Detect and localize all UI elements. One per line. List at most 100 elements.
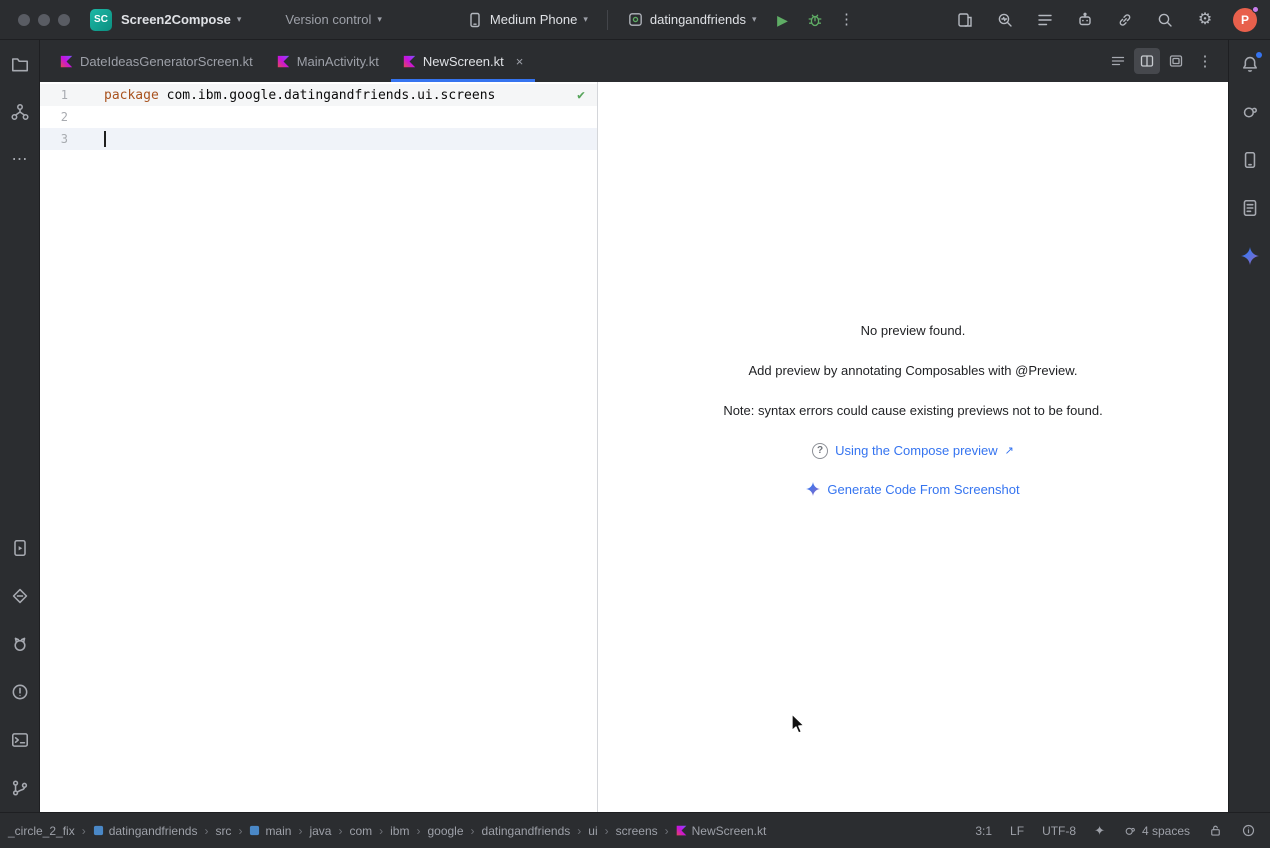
app-quality-insights-tool-button[interactable]	[6, 582, 34, 610]
more-tool-windows-button[interactable]: ⋯	[6, 146, 34, 174]
code-text	[104, 131, 106, 147]
gradle-icon	[1123, 824, 1137, 838]
device-manager-tool-button[interactable]	[1236, 146, 1264, 174]
version-control-tool-button[interactable]	[6, 774, 34, 802]
encoding-widget[interactable]: UTF-8	[1042, 824, 1076, 838]
module-icon	[93, 825, 104, 836]
notifications-button[interactable]	[1236, 50, 1264, 78]
tab-dateideasgeneratorscreen[interactable]: DateIdeasGeneratorScreen.kt	[48, 40, 265, 82]
kotlin-file-icon	[403, 55, 416, 68]
profiler-button[interactable]	[990, 5, 1020, 35]
design-view-button[interactable]	[1163, 48, 1189, 74]
gradle-tool-button[interactable]	[1236, 98, 1264, 126]
problems-tool-button[interactable]	[6, 678, 34, 706]
kotlin-file-icon	[60, 55, 73, 68]
compose-preview-docs-link[interactable]: ? Using the Compose preview ↗	[812, 443, 1014, 459]
more-run-actions-button[interactable]: ⋮	[832, 5, 862, 35]
lock-icon	[1208, 823, 1223, 838]
cat-icon	[10, 634, 30, 654]
inspection-info-widget[interactable]	[1241, 823, 1256, 838]
breadcrumb-item[interactable]: screens	[616, 824, 658, 838]
breadcrumb-item[interactable]: com	[349, 824, 372, 838]
logcat-button[interactable]	[1030, 5, 1060, 35]
breadcrumb-item[interactable]: src	[215, 824, 231, 838]
chevron-down-icon: ▾	[752, 15, 757, 24]
folder-icon	[10, 54, 30, 74]
text-caret	[104, 131, 106, 147]
tab-label: MainActivity.kt	[297, 54, 379, 69]
breadcrumb-item[interactable]: main	[249, 824, 291, 838]
run-icon: ▶	[777, 13, 788, 27]
code-view-icon	[1110, 53, 1126, 69]
breadcrumb-item[interactable]: NewScreen.kt	[676, 824, 767, 838]
link-label: Generate Code From Screenshot	[827, 482, 1019, 497]
run-button[interactable]: ▶	[768, 5, 798, 35]
device-selector[interactable]: Medium Phone ▾	[457, 6, 597, 34]
gemini-tool-button[interactable]	[1236, 242, 1264, 270]
device-manager-button[interactable]	[950, 5, 980, 35]
breadcrumb-item[interactable]: ibm	[390, 824, 409, 838]
project-tool-button[interactable]	[6, 50, 34, 78]
running-devices-tool-button[interactable]	[6, 534, 34, 562]
right-tool-stripe	[1228, 40, 1270, 812]
device-explorer-tool-button[interactable]	[1236, 194, 1264, 222]
main-area: ⋯	[0, 40, 1270, 812]
inspections-status-icon[interactable]: ✔	[577, 88, 585, 103]
phone-icon	[1240, 150, 1260, 170]
studio-bot-button[interactable]	[1070, 5, 1100, 35]
settings-button[interactable]: ⚙	[1190, 5, 1220, 35]
search-everywhere-button[interactable]	[1150, 5, 1180, 35]
gemini-sparkle-icon	[1241, 247, 1259, 265]
close-tab-icon[interactable]: ×	[516, 54, 524, 69]
breadcrumb-item[interactable]: google	[427, 824, 463, 838]
chevron-down-icon: ▾	[237, 15, 242, 24]
run-configuration-selector[interactable]: datingandfriends ▾	[618, 6, 766, 33]
kotlin-file-icon	[676, 825, 687, 836]
code-editor[interactable]: 1 package com.ibm.google.datingandfriend…	[40, 82, 597, 812]
indent-widget[interactable]: 4 spaces	[1123, 824, 1190, 838]
project-menu[interactable]: Screen2Compose ▾	[112, 7, 250, 32]
gemini-status-widget[interactable]: ✦	[1094, 824, 1105, 837]
logcat-tool-button[interactable]	[6, 630, 34, 658]
breadcrumb-separator: ›	[379, 824, 383, 838]
more-vertical-icon: ⋮	[1198, 54, 1213, 69]
profiler-icon	[996, 11, 1014, 29]
breadcrumb-item[interactable]: _circle_2_fix	[8, 824, 75, 838]
structure-tool-button[interactable]	[6, 98, 34, 126]
gear-icon: ⚙	[1198, 12, 1212, 28]
info-icon	[1241, 823, 1256, 838]
line-number: 2	[40, 110, 104, 124]
terminal-tool-button[interactable]	[6, 726, 34, 754]
line-separator-widget[interactable]: LF	[1010, 824, 1024, 838]
device-streaming-button[interactable]	[1110, 5, 1140, 35]
editor-options-button[interactable]: ⋮	[1192, 48, 1218, 74]
breadcrumb-separator: ›	[82, 824, 86, 838]
cursor-position-widget[interactable]: 3:1	[975, 824, 992, 838]
debug-button[interactable]	[800, 5, 830, 35]
tab-label: NewScreen.kt	[423, 54, 504, 69]
link-label: Using the Compose preview	[835, 443, 998, 458]
title-bar-actions: ⚙ P	[950, 5, 1260, 35]
breadcrumb-item[interactable]: datingandfriends	[93, 824, 198, 838]
version-control-menu[interactable]: Version control ▾	[276, 7, 391, 32]
maximize-window-button[interactable]	[58, 14, 70, 26]
read-only-toggle[interactable]	[1208, 823, 1223, 838]
editor-view-modes: ⋮	[1105, 40, 1228, 82]
breadcrumb-separator: ›	[204, 824, 208, 838]
minimize-window-button[interactable]	[38, 14, 50, 26]
split-view-button[interactable]	[1134, 48, 1160, 74]
code-view-button[interactable]	[1105, 48, 1131, 74]
external-link-icon: ↗	[1005, 444, 1014, 457]
generate-code-from-screenshot-link[interactable]: Generate Code From Screenshot	[806, 482, 1019, 497]
search-icon	[1156, 11, 1174, 29]
breadcrumb-separator: ›	[605, 824, 609, 838]
tab-mainactivity[interactable]: MainActivity.kt	[265, 40, 391, 82]
breadcrumb-item[interactable]: ui	[588, 824, 597, 838]
breadcrumb-item[interactable]: datingandfriends	[482, 824, 571, 838]
close-window-button[interactable]	[18, 14, 30, 26]
studio-bot-icon	[1076, 11, 1094, 29]
breadcrumb-item[interactable]: java	[309, 824, 331, 838]
tab-newscreen[interactable]: NewScreen.kt ×	[391, 40, 536, 82]
tab-label: DateIdeasGeneratorScreen.kt	[80, 54, 253, 69]
profile-button[interactable]: P	[1230, 5, 1260, 35]
